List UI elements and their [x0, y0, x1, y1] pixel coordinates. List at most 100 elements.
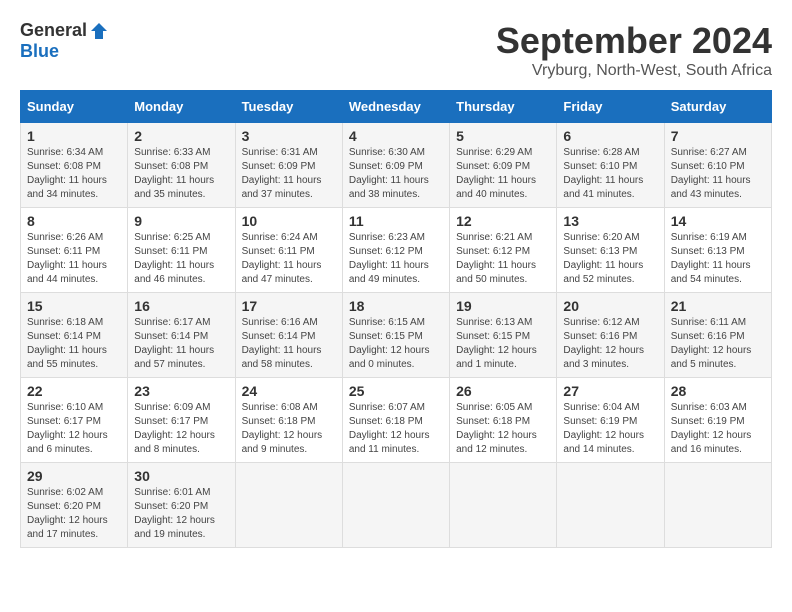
calendar-cell: 1 Sunrise: 6:34 AMSunset: 6:08 PMDayligh…	[21, 123, 128, 208]
calendar-cell	[664, 463, 771, 548]
logo-icon	[89, 21, 109, 41]
calendar-cell	[342, 463, 449, 548]
day-info: Sunrise: 6:33 AMSunset: 6:08 PMDaylight:…	[134, 147, 214, 200]
calendar-table: SundayMondayTuesdayWednesdayThursdayFrid…	[20, 90, 772, 548]
day-info: Sunrise: 6:02 AMSunset: 6:20 PMDaylight:…	[27, 487, 108, 540]
day-info: Sunrise: 6:04 AMSunset: 6:19 PMDaylight:…	[563, 402, 644, 455]
day-info: Sunrise: 6:24 AMSunset: 6:11 PMDaylight:…	[242, 232, 322, 285]
day-number: 19	[456, 298, 550, 314]
calendar-cell: 2 Sunrise: 6:33 AMSunset: 6:08 PMDayligh…	[128, 123, 235, 208]
calendar-cell: 23 Sunrise: 6:09 AMSunset: 6:17 PMDaylig…	[128, 378, 235, 463]
day-info: Sunrise: 6:11 AMSunset: 6:16 PMDaylight:…	[671, 317, 752, 370]
day-number: 4	[349, 128, 443, 144]
day-number: 14	[671, 213, 765, 229]
calendar-cell: 7 Sunrise: 6:27 AMSunset: 6:10 PMDayligh…	[664, 123, 771, 208]
calendar-cell: 21 Sunrise: 6:11 AMSunset: 6:16 PMDaylig…	[664, 293, 771, 378]
day-number: 15	[27, 298, 121, 314]
day-number: 10	[242, 213, 336, 229]
calendar-cell: 18 Sunrise: 6:15 AMSunset: 6:15 PMDaylig…	[342, 293, 449, 378]
calendar-cell: 26 Sunrise: 6:05 AMSunset: 6:18 PMDaylig…	[450, 378, 557, 463]
day-info: Sunrise: 6:15 AMSunset: 6:15 PMDaylight:…	[349, 317, 430, 370]
day-number: 13	[563, 213, 657, 229]
calendar-cell: 13 Sunrise: 6:20 AMSunset: 6:13 PMDaylig…	[557, 208, 664, 293]
calendar-cell: 5 Sunrise: 6:29 AMSunset: 6:09 PMDayligh…	[450, 123, 557, 208]
header-sunday: Sunday	[21, 91, 128, 123]
calendar-cell: 17 Sunrise: 6:16 AMSunset: 6:14 PMDaylig…	[235, 293, 342, 378]
title-section: September 2024 Vryburg, North-West, Sout…	[496, 20, 772, 80]
day-number: 28	[671, 383, 765, 399]
calendar-week-3: 15 Sunrise: 6:18 AMSunset: 6:14 PMDaylig…	[21, 293, 772, 378]
day-number: 6	[563, 128, 657, 144]
logo-blue-text: Blue	[20, 41, 59, 62]
calendar-header-row: SundayMondayTuesdayWednesdayThursdayFrid…	[21, 91, 772, 123]
calendar-week-5: 29 Sunrise: 6:02 AMSunset: 6:20 PMDaylig…	[21, 463, 772, 548]
day-info: Sunrise: 6:17 AMSunset: 6:14 PMDaylight:…	[134, 317, 214, 370]
day-info: Sunrise: 6:23 AMSunset: 6:12 PMDaylight:…	[349, 232, 429, 285]
day-info: Sunrise: 6:21 AMSunset: 6:12 PMDaylight:…	[456, 232, 536, 285]
calendar-week-2: 8 Sunrise: 6:26 AMSunset: 6:11 PMDayligh…	[21, 208, 772, 293]
day-number: 16	[134, 298, 228, 314]
day-number: 21	[671, 298, 765, 314]
page-subtitle: Vryburg, North-West, South Africa	[496, 62, 772, 80]
day-number: 1	[27, 128, 121, 144]
calendar-cell: 3 Sunrise: 6:31 AMSunset: 6:09 PMDayligh…	[235, 123, 342, 208]
day-info: Sunrise: 6:05 AMSunset: 6:18 PMDaylight:…	[456, 402, 537, 455]
day-info: Sunrise: 6:28 AMSunset: 6:10 PMDaylight:…	[563, 147, 643, 200]
calendar-cell: 16 Sunrise: 6:17 AMSunset: 6:14 PMDaylig…	[128, 293, 235, 378]
day-number: 22	[27, 383, 121, 399]
day-number: 24	[242, 383, 336, 399]
calendar-cell: 29 Sunrise: 6:02 AMSunset: 6:20 PMDaylig…	[21, 463, 128, 548]
calendar-cell	[235, 463, 342, 548]
calendar-cell	[450, 463, 557, 548]
calendar-cell: 28 Sunrise: 6:03 AMSunset: 6:19 PMDaylig…	[664, 378, 771, 463]
calendar-cell	[557, 463, 664, 548]
day-number: 30	[134, 468, 228, 484]
day-number: 12	[456, 213, 550, 229]
page-title: September 2024	[496, 20, 772, 62]
calendar-cell: 20 Sunrise: 6:12 AMSunset: 6:16 PMDaylig…	[557, 293, 664, 378]
day-info: Sunrise: 6:10 AMSunset: 6:17 PMDaylight:…	[27, 402, 108, 455]
calendar-cell: 24 Sunrise: 6:08 AMSunset: 6:18 PMDaylig…	[235, 378, 342, 463]
day-number: 27	[563, 383, 657, 399]
calendar-cell: 10 Sunrise: 6:24 AMSunset: 6:11 PMDaylig…	[235, 208, 342, 293]
day-info: Sunrise: 6:12 AMSunset: 6:16 PMDaylight:…	[563, 317, 644, 370]
day-info: Sunrise: 6:26 AMSunset: 6:11 PMDaylight:…	[27, 232, 107, 285]
day-number: 25	[349, 383, 443, 399]
header-tuesday: Tuesday	[235, 91, 342, 123]
header-friday: Friday	[557, 91, 664, 123]
calendar-cell: 25 Sunrise: 6:07 AMSunset: 6:18 PMDaylig…	[342, 378, 449, 463]
day-number: 23	[134, 383, 228, 399]
day-number: 29	[27, 468, 121, 484]
calendar-cell: 27 Sunrise: 6:04 AMSunset: 6:19 PMDaylig…	[557, 378, 664, 463]
calendar-cell: 19 Sunrise: 6:13 AMSunset: 6:15 PMDaylig…	[450, 293, 557, 378]
day-info: Sunrise: 6:34 AMSunset: 6:08 PMDaylight:…	[27, 147, 107, 200]
header-wednesday: Wednesday	[342, 91, 449, 123]
day-info: Sunrise: 6:08 AMSunset: 6:18 PMDaylight:…	[242, 402, 323, 455]
calendar-week-1: 1 Sunrise: 6:34 AMSunset: 6:08 PMDayligh…	[21, 123, 772, 208]
day-info: Sunrise: 6:16 AMSunset: 6:14 PMDaylight:…	[242, 317, 322, 370]
header: General Blue September 2024 Vryburg, Nor…	[20, 20, 772, 80]
calendar-cell: 12 Sunrise: 6:21 AMSunset: 6:12 PMDaylig…	[450, 208, 557, 293]
day-number: 18	[349, 298, 443, 314]
calendar-cell: 4 Sunrise: 6:30 AMSunset: 6:09 PMDayligh…	[342, 123, 449, 208]
logo-general-text: General	[20, 20, 87, 41]
day-info: Sunrise: 6:29 AMSunset: 6:09 PMDaylight:…	[456, 147, 536, 200]
logo: General Blue	[20, 20, 109, 62]
header-monday: Monday	[128, 91, 235, 123]
header-thursday: Thursday	[450, 91, 557, 123]
calendar-week-4: 22 Sunrise: 6:10 AMSunset: 6:17 PMDaylig…	[21, 378, 772, 463]
calendar-cell: 14 Sunrise: 6:19 AMSunset: 6:13 PMDaylig…	[664, 208, 771, 293]
calendar-cell: 11 Sunrise: 6:23 AMSunset: 6:12 PMDaylig…	[342, 208, 449, 293]
calendar-cell: 9 Sunrise: 6:25 AMSunset: 6:11 PMDayligh…	[128, 208, 235, 293]
header-saturday: Saturday	[664, 91, 771, 123]
day-number: 17	[242, 298, 336, 314]
day-info: Sunrise: 6:18 AMSunset: 6:14 PMDaylight:…	[27, 317, 107, 370]
day-number: 5	[456, 128, 550, 144]
day-info: Sunrise: 6:03 AMSunset: 6:19 PMDaylight:…	[671, 402, 752, 455]
day-number: 7	[671, 128, 765, 144]
day-number: 11	[349, 213, 443, 229]
day-number: 3	[242, 128, 336, 144]
calendar-cell: 22 Sunrise: 6:10 AMSunset: 6:17 PMDaylig…	[21, 378, 128, 463]
day-info: Sunrise: 6:19 AMSunset: 6:13 PMDaylight:…	[671, 232, 751, 285]
day-number: 2	[134, 128, 228, 144]
